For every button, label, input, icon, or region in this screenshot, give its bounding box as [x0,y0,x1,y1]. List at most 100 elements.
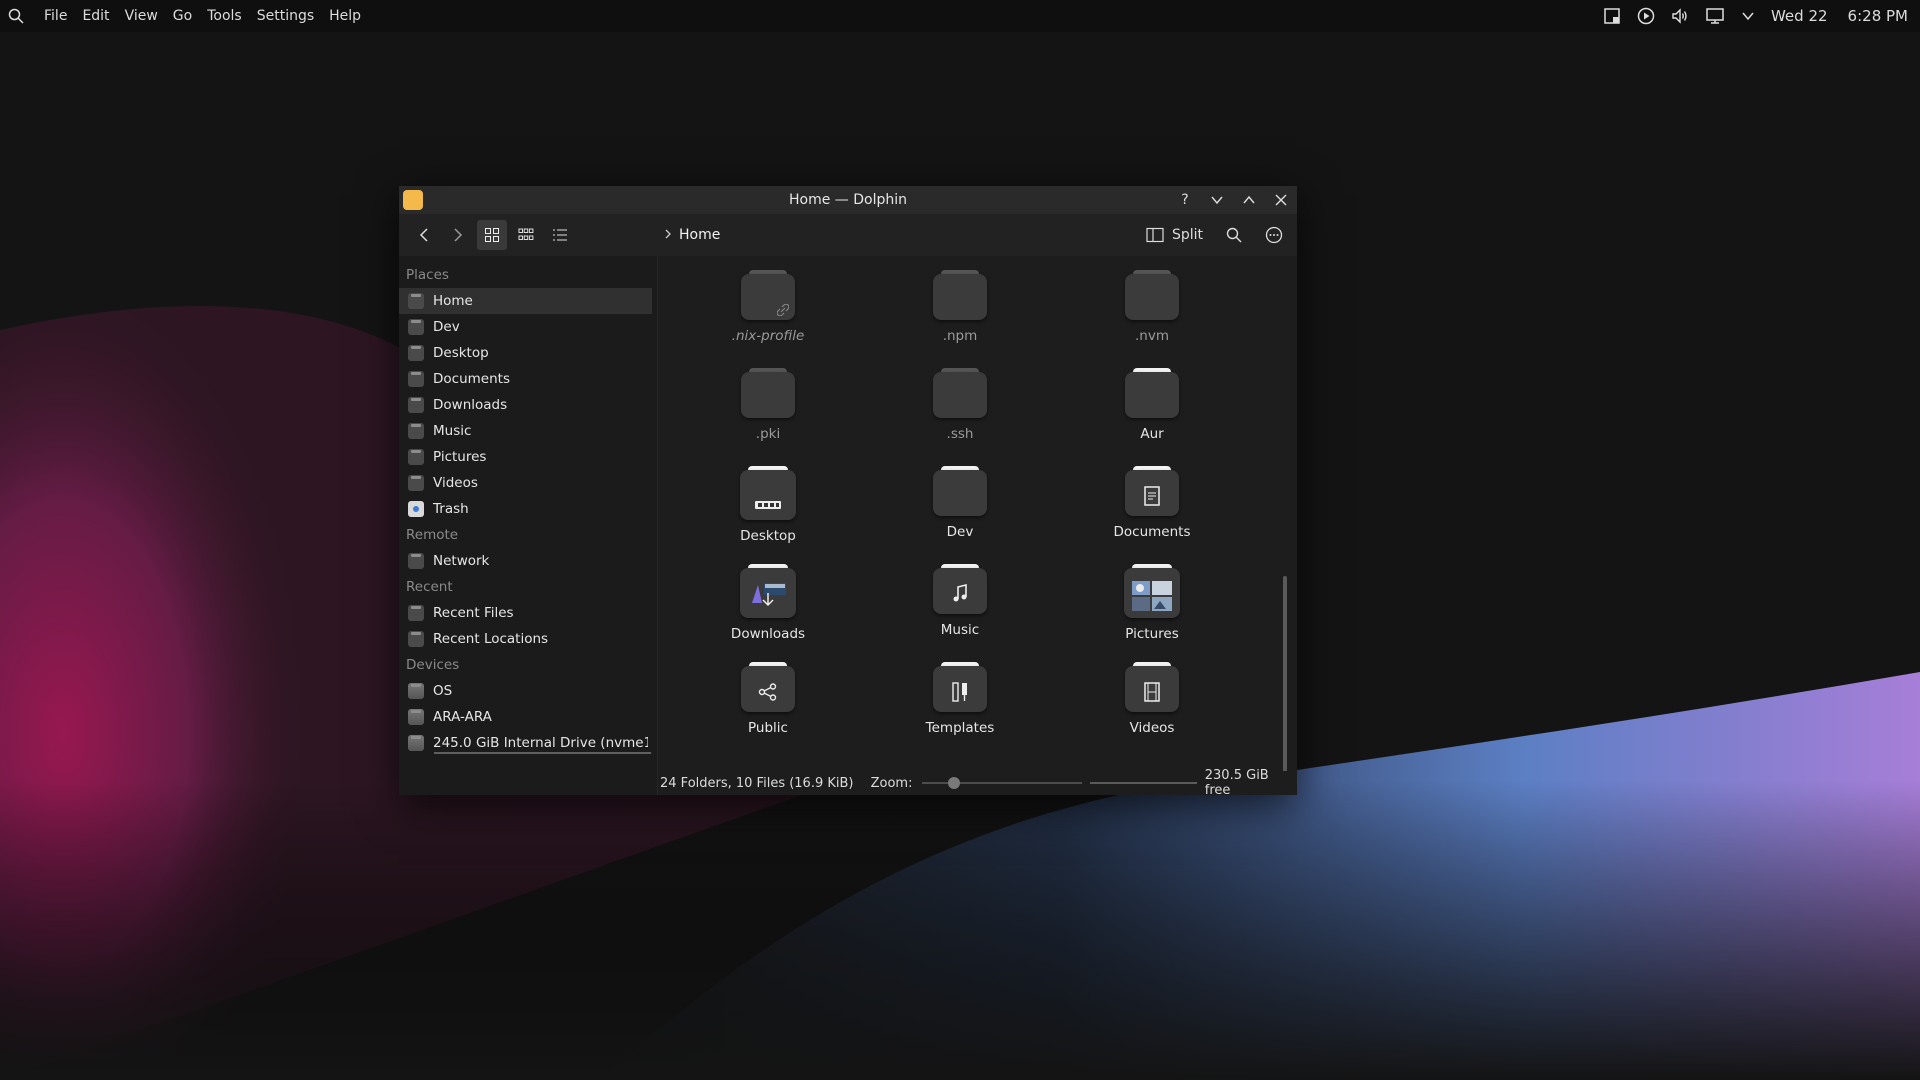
recent-locations-icon [408,631,424,647]
sidebar-item-music[interactable]: Music [399,418,657,444]
file-item[interactable]: Aur [1056,368,1248,466]
menu-view[interactable]: View [125,8,158,24]
folder-templates-icon [933,662,987,712]
back-button[interactable] [409,220,439,250]
file-item[interactable]: Videos [1056,662,1248,760]
recent-section-title: Recent [406,579,453,595]
file-item[interactable]: Downloads [672,564,864,662]
menu-go[interactable]: Go [173,8,192,24]
sidebar-item-label: Trash [433,501,469,517]
file-item[interactable]: .nix-profile [672,270,864,368]
videos-icon [408,475,424,491]
file-item[interactable]: .nvm [1056,270,1248,368]
documents-icon [408,371,424,387]
file-item[interactable]: Public [672,662,864,760]
dolphin-app-icon[interactable] [403,190,423,210]
status-info: 24 Folders, 10 Files (16.9 KiB) [660,775,854,791]
menu-tools[interactable]: Tools [207,8,242,24]
breadcrumb-home[interactable]: Home [679,227,720,243]
sidebar-item-network[interactable]: Network [399,548,657,574]
media-play-icon[interactable] [1637,7,1655,25]
file-item[interactable]: .npm [864,270,1056,368]
sidebar-item-recent-locations[interactable]: Recent Locations [399,626,657,652]
folder-icon [933,270,987,320]
home-icon [408,293,424,309]
sidebar-item-desktop[interactable]: Desktop [399,340,657,366]
sidebar-item-os[interactable]: OS [399,678,657,704]
folder-icon [408,319,424,335]
sidebar-item-label: Dev [433,319,460,335]
sidebar-item-home[interactable]: Home [399,288,652,314]
file-item[interactable]: .pki [672,368,864,466]
compact-view-button[interactable] [511,220,541,250]
devices-section-title: Devices [406,657,460,673]
file-item[interactable]: Desktop [672,466,864,564]
zoom-slider-handle[interactable] [948,777,961,789]
zoom-slider[interactable] [922,777,1083,789]
sidebar-item-label: OS [433,683,453,699]
file-item[interactable]: Dev [864,466,1056,564]
back-arrow-icon [419,228,428,242]
sidebar-item-documents[interactable]: Documents [399,366,657,392]
sidebar-item-ara-ara[interactable]: ARA-ARA [399,704,657,730]
sidebar-item-trash[interactable]: Trash [399,496,657,522]
file-view[interactable]: .nix-profile .npm .nvm .pki .ssh Aur Desktop De… [658,256,1297,783]
chevron-down-icon [1211,196,1223,205]
close-button[interactable] [1271,190,1291,210]
window-titlebar[interactable]: Home — Dolphin ? [399,186,1297,214]
folder-music-icon [933,564,987,614]
volume-icon[interactable] [1671,7,1689,25]
drive-usage-bar [434,752,651,754]
folder-icon [1125,368,1179,418]
forward-arrow-icon [454,228,463,242]
hamburger-menu-button[interactable] [1259,220,1289,250]
menu-file[interactable]: File [44,8,67,24]
sidebar-item-label: Music [433,423,472,439]
music-icon [408,423,424,439]
file-item[interactable]: Pictures [1056,564,1248,662]
folder-icon [1125,270,1179,320]
split-button[interactable]: Split [1140,223,1209,247]
folder-documents-icon [1125,466,1179,516]
icons-view-button[interactable] [477,220,507,250]
menu-edit[interactable]: Edit [82,8,109,24]
network-icon [408,553,424,569]
file-item[interactable]: Music [864,564,1056,662]
clock[interactable]: Wed 22 6:28 PM [1771,7,1908,25]
notes-icon[interactable] [1603,7,1621,25]
vertical-scrollbar[interactable] [1283,576,1287,783]
search-button[interactable] [1219,220,1249,250]
search-icon [1226,227,1242,243]
menu-settings[interactable]: Settings [257,8,314,24]
file-item[interactable]: .ssh [864,368,1056,466]
sidebar-item-label: Recent Locations [433,631,549,647]
search-icon[interactable] [8,8,30,24]
sidebar-item-pictures[interactable]: Pictures [399,444,657,470]
folder-link-icon [741,270,795,320]
file-name: Desktop [740,528,796,544]
details-view-icon [553,229,567,241]
window-buttons: ? [1175,190,1297,210]
file-name: .pki [755,426,781,442]
breadcrumb-chevron-icon[interactable] [663,227,673,243]
forward-button[interactable] [443,220,473,250]
file-name: .ssh [946,426,974,442]
help-button[interactable]: ? [1175,190,1195,210]
tray-expand-chevron-icon[interactable] [1741,9,1755,23]
details-view-button[interactable] [545,220,575,250]
display-icon[interactable] [1705,7,1725,25]
downloads-icon [408,397,424,413]
sidebar-item-recent-files[interactable]: Recent Files [399,600,657,626]
sidebar-item-dev[interactable]: Dev [399,314,657,340]
sidebar-item-downloads[interactable]: Downloads [399,392,657,418]
top-panel: File Edit View Go Tools Settings Help We… [0,0,1920,32]
menu-help[interactable]: Help [329,8,361,24]
file-item[interactable]: Documents [1056,466,1248,564]
minimize-button[interactable] [1207,190,1227,210]
maximize-button[interactable] [1239,190,1259,210]
file-item[interactable]: Templates [864,662,1056,760]
file-name: Downloads [730,626,806,642]
sidebar-item-internal-drive[interactable]: 245.0 GiB Internal Drive (nvme1n1... [399,730,657,756]
folder-icon [933,368,987,418]
sidebar-item-videos[interactable]: Videos [399,470,657,496]
